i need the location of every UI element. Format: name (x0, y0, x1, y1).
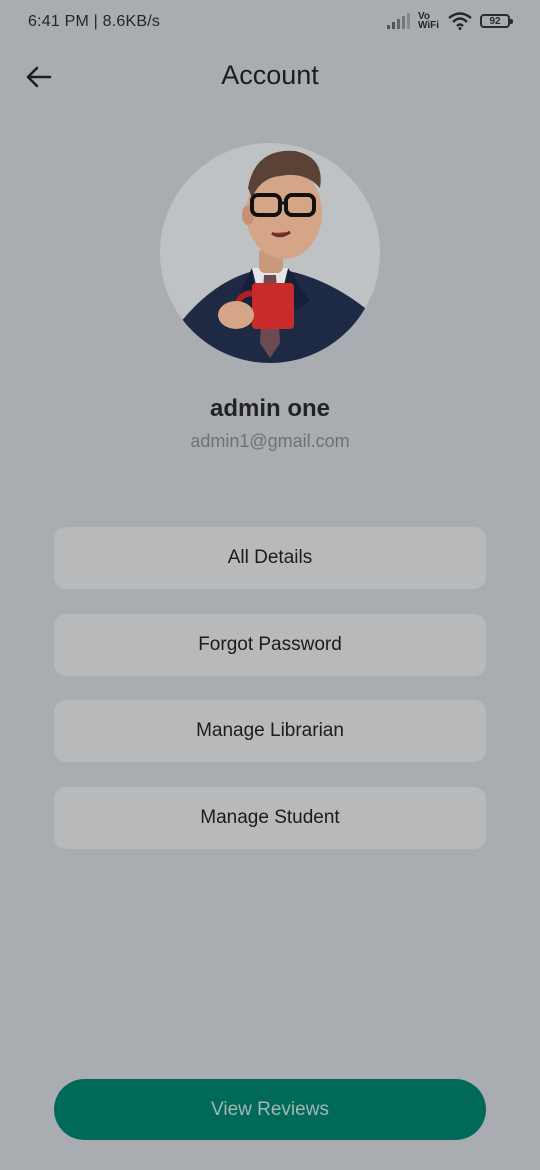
status-time: 6:41 PM | 8.6KB/s (28, 13, 161, 30)
vowifi-icon: Vo WiFi (418, 12, 440, 31)
status-bar: 6:41 PM | 8.6KB/s Vo WiFi 92 (0, 0, 540, 46)
avatar (160, 143, 380, 363)
profile-email: admin1@gmail.com (190, 431, 350, 451)
status-icons: Vo WiFi 92 (386, 12, 513, 31)
signal-strength-icon (387, 13, 410, 29)
cartoon-man-with-mug-avatar (180, 150, 365, 363)
all-details-button[interactable]: All Details (54, 527, 486, 589)
page-title: Account (221, 60, 319, 90)
manage-student-button[interactable]: Manage Student (54, 787, 486, 849)
battery-level: 92 (489, 15, 501, 27)
profile-name: admin one (209, 395, 330, 422)
wifi-icon (448, 12, 472, 30)
view-reviews-button[interactable]: View Reviews (54, 1079, 486, 1140)
vowifi-line2: WiFi (418, 20, 440, 31)
app-bar: Account (0, 50, 540, 106)
forgot-password-button[interactable]: Forgot Password (54, 614, 486, 676)
battery-icon: 92 (480, 14, 513, 28)
manage-librarian-button[interactable]: Manage Librarian (54, 700, 486, 762)
